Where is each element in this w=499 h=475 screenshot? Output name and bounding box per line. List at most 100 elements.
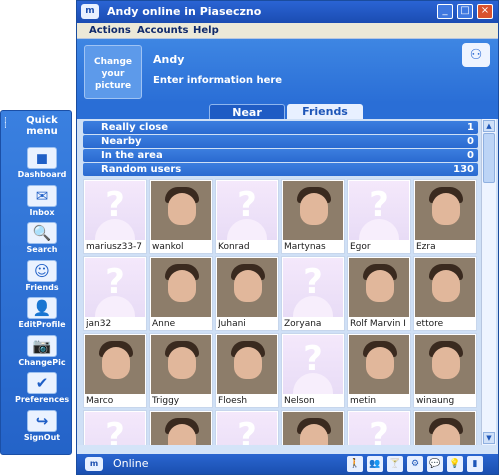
category-nearby[interactable]: Nearby 0 — [83, 135, 478, 148]
dashboard-icon: ◼ — [27, 147, 57, 169]
menu-actions[interactable]: Actions — [89, 25, 131, 36]
user-name: Floesh — [218, 396, 248, 406]
user-tile[interactable]: ettore — [413, 256, 477, 331]
user-name: jan32 — [86, 319, 112, 329]
category-label: In the area — [101, 150, 163, 161]
user-tile[interactable]: ? jan32 — [83, 256, 147, 331]
status-bar: m Online 🚶 👥 🍸 ⚙ 💬 💡 ▮ — [77, 454, 498, 474]
user-tile[interactable]: ? mariusz33-7 — [83, 179, 147, 254]
user-tile[interactable]: ? Zoryana — [281, 256, 345, 331]
user-tile[interactable] — [281, 410, 345, 445]
user-photo — [349, 335, 409, 394]
maximize-button[interactable]: □ — [457, 4, 473, 19]
category-label: Really close — [101, 122, 169, 133]
quick-menu-item-editprofile[interactable]: 👤 EditProfile — [15, 297, 69, 333]
drag-grip-icon[interactable]: ⁞ ⁞ — [4, 117, 10, 135]
quick-menu-item-search[interactable]: 🔍 Search — [15, 222, 69, 258]
category-really-close[interactable]: Really close 1 — [83, 121, 478, 134]
question-mark-icon: ? — [237, 416, 257, 445]
user-tile[interactable]: Floesh — [215, 333, 279, 408]
people-icon[interactable]: 👥 — [367, 456, 383, 472]
menu-help[interactable]: Help — [193, 25, 219, 36]
status-text[interactable]: Online — [113, 457, 148, 470]
user-name: Zoryana — [284, 319, 322, 329]
quick-menu-item-changepic[interactable]: 📷 ChangePic — [15, 334, 69, 371]
user-tile[interactable]: Triggy — [149, 333, 213, 408]
user-tile[interactable]: wankol — [149, 179, 213, 254]
user-tile[interactable] — [149, 410, 213, 445]
quick-menu-item-preferences[interactable]: ✔ Preferences — [15, 372, 69, 408]
photo-face — [168, 193, 196, 225]
user-name: Rolf Marvin I — [350, 319, 406, 329]
friends-icon: ☺ — [27, 259, 57, 282]
vertical-scrollbar[interactable]: ▲ ▼ — [481, 119, 496, 445]
user-tile[interactable] — [413, 410, 477, 445]
user-tile[interactable]: ? — [215, 410, 279, 445]
minimize-button[interactable]: _ — [437, 4, 453, 19]
user-tile[interactable]: ? — [347, 410, 411, 445]
menu-accounts[interactable]: Accounts — [137, 25, 188, 36]
user-tile[interactable]: Rolf Marvin I — [347, 256, 411, 331]
close-button[interactable]: × — [477, 4, 493, 19]
quick-menu-item-dashboard[interactable]: ◼ Dashboard — [15, 147, 69, 183]
quick-menu-title-text: Quick menu — [26, 115, 58, 137]
tab-friends[interactable]: Friends — [287, 104, 363, 119]
default-avatar-icon: ? — [85, 181, 145, 240]
camera-icon: 📷 — [27, 334, 57, 357]
profile-icon: 👤 — [27, 297, 57, 319]
user-tile[interactable]: Marco — [83, 333, 147, 408]
tab-near[interactable]: Near — [209, 104, 285, 119]
scroll-up-icon[interactable]: ▲ — [483, 120, 495, 132]
user-photo — [151, 181, 211, 240]
user-tile[interactable]: ? Konrad — [215, 179, 279, 254]
status-logo-icon[interactable]: m — [85, 457, 103, 471]
main-window: m Andy online in Piaseczno _ □ × Actions… — [76, 0, 499, 475]
user-tile[interactable]: ? Egor — [347, 179, 411, 254]
quick-menu-item-friends[interactable]: ☺ Friends — [15, 259, 69, 296]
user-name: Triggy — [152, 396, 180, 406]
photo-face — [432, 193, 460, 225]
photo-face — [432, 424, 460, 445]
category-random-users[interactable]: Random users 130 — [83, 163, 478, 176]
user-tile[interactable]: ? — [83, 410, 147, 445]
user-name: Konrad — [218, 242, 250, 252]
scroll-down-icon[interactable]: ▼ — [483, 432, 495, 444]
chat-icon[interactable]: 💬 — [427, 456, 443, 472]
signal-icon[interactable]: ▮ — [467, 456, 483, 472]
user-name: Nelson — [284, 396, 315, 406]
user-tile[interactable]: Juhani — [215, 256, 279, 331]
user-tile[interactable]: winaung — [413, 333, 477, 408]
user-name: wankol — [152, 242, 184, 252]
cocktail-icon[interactable]: 🍸 — [387, 456, 403, 472]
title-bar[interactable]: m Andy online in Piaseczno _ □ × — [77, 1, 498, 23]
category-in-the-area[interactable]: In the area 0 — [83, 149, 478, 162]
user-name: winaung — [416, 396, 455, 406]
checkmark-icon: ✔ — [27, 372, 57, 394]
signout-icon: ↪ — [27, 409, 57, 432]
quick-menu-item-signout[interactable]: ↪ SignOut — [15, 409, 69, 446]
user-tile[interactable]: Martynas — [281, 179, 345, 254]
user-photo — [415, 335, 475, 394]
quick-menu-label: EditProfile — [18, 320, 66, 329]
profile-info[interactable]: Enter information here — [153, 75, 282, 86]
add-friend-icon[interactable]: ⚇ — [462, 43, 490, 67]
user-tile[interactable]: metin — [347, 333, 411, 408]
user-name: Egor — [350, 242, 371, 252]
category-label: Random users — [101, 164, 182, 175]
default-avatar-icon: ? — [349, 412, 409, 445]
user-photo — [151, 258, 211, 317]
user-tile[interactable]: Ezra — [413, 179, 477, 254]
user-photo — [283, 412, 343, 445]
bulb-icon[interactable]: 💡 — [447, 456, 463, 472]
scroll-thumb[interactable] — [483, 133, 495, 183]
user-photo — [349, 258, 409, 317]
gear-icon[interactable]: ⚙ — [407, 456, 423, 472]
app-logo-icon: m — [81, 4, 99, 19]
change-picture-button[interactable]: Change your picture — [84, 45, 142, 99]
user-tile[interactable]: Anne — [149, 256, 213, 331]
person-icon[interactable]: 🚶 — [347, 456, 363, 472]
photo-face — [168, 424, 196, 445]
quick-menu-item-inbox[interactable]: ✉ Inbox — [15, 184, 69, 221]
quick-menu-label: Preferences — [15, 395, 70, 404]
user-tile[interactable]: ? Nelson — [281, 333, 345, 408]
